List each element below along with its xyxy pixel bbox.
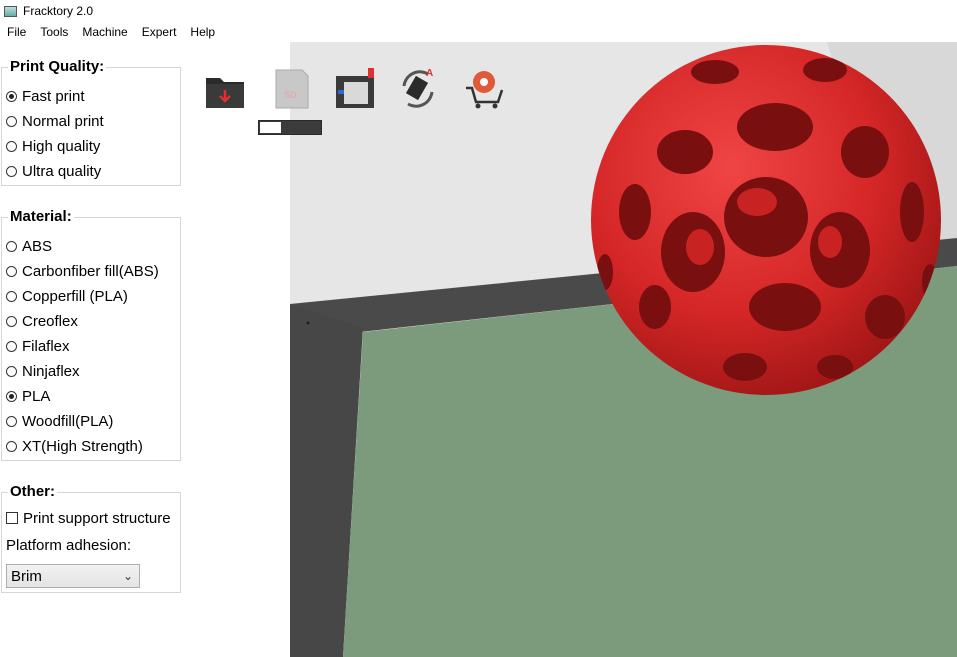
menu-help[interactable]: Help: [183, 22, 222, 42]
material-option-copperfill[interactable]: Copperfill (PLA): [6, 286, 128, 306]
material-option-ninjaflex[interactable]: Ninjaflex: [6, 361, 80, 381]
support-structure-checkbox[interactable]: [6, 512, 18, 524]
chevron-down-icon: ⌄: [122, 569, 133, 583]
radio-high[interactable]: [6, 140, 17, 152]
radio-pla[interactable]: [6, 390, 17, 402]
quality-option-ultra[interactable]: Ultra quality: [6, 161, 101, 181]
radio-ninjaflex[interactable]: [6, 365, 17, 377]
material-option-pla[interactable]: PLA: [6, 386, 50, 406]
platform-adhesion-label: Platform adhesion:: [6, 537, 132, 554]
material-group: Material: ABS Carbonfiber fill(ABS) Copp…: [1, 208, 181, 461]
radio-creoflex[interactable]: [6, 315, 17, 327]
radio-ultra[interactable]: [6, 165, 17, 177]
material-title: Material:: [8, 208, 74, 225]
menu-file[interactable]: File: [0, 22, 33, 42]
other-title: Other:: [8, 483, 57, 500]
radio-filaflex[interactable]: [6, 340, 17, 352]
progress-fill: [260, 122, 281, 133]
bed-origin-dot: [306, 321, 310, 325]
sd-card-icon[interactable]: SD: [270, 66, 314, 112]
material-option-xt[interactable]: XT(High Strength): [6, 436, 143, 456]
radio-carbonfiber[interactable]: [6, 265, 17, 277]
radio-fast[interactable]: [6, 90, 17, 102]
radio-xt[interactable]: [6, 440, 17, 452]
app-icon: [4, 5, 17, 17]
usb-printer-icon[interactable]: [334, 66, 378, 112]
model-ball: [591, 45, 941, 395]
menu-machine[interactable]: Machine: [75, 22, 134, 42]
quality-option-fast[interactable]: Fast print: [6, 86, 85, 106]
progress-bar: [258, 120, 322, 135]
menu-expert[interactable]: Expert: [135, 22, 184, 42]
radio-abs[interactable]: [6, 240, 17, 252]
material-option-abs[interactable]: ABS: [6, 236, 52, 256]
material-option-filaflex[interactable]: Filaflex: [6, 336, 70, 356]
material-option-creoflex[interactable]: Creoflex: [6, 311, 78, 331]
window-title: Fracktory 2.0: [23, 4, 94, 18]
support-structure-option[interactable]: Print support structure: [6, 508, 171, 528]
radio-normal[interactable]: [6, 115, 17, 127]
title-bar: Fracktory 2.0: [0, 0, 957, 22]
filament-cart-icon[interactable]: [462, 66, 506, 112]
menu-bar: File Tools Machine Expert Help: [0, 22, 957, 42]
load-folder-icon[interactable]: [204, 66, 248, 112]
radio-woodfill[interactable]: [6, 415, 17, 427]
quality-option-normal[interactable]: Normal print: [6, 111, 104, 131]
print-quality-title: Print Quality:: [8, 58, 107, 75]
radio-copperfill[interactable]: [6, 290, 17, 302]
material-option-carbonfiber[interactable]: Carbonfiber fill(ABS): [6, 261, 159, 281]
platform-adhesion-select[interactable]: Brim ⌄: [6, 564, 140, 588]
menu-tools[interactable]: Tools: [33, 22, 75, 42]
svg-text:A: A: [426, 68, 433, 79]
svg-text:SD: SD: [284, 90, 297, 100]
quality-option-high[interactable]: High quality: [6, 136, 100, 156]
other-group: Other: Print support structure Platform …: [1, 483, 181, 593]
print-quality-group: Print Quality: Fast print Normal print H…: [1, 58, 181, 186]
rotate-auto-icon[interactable]: A: [398, 66, 442, 112]
material-option-woodfill[interactable]: Woodfill(PLA): [6, 411, 113, 431]
